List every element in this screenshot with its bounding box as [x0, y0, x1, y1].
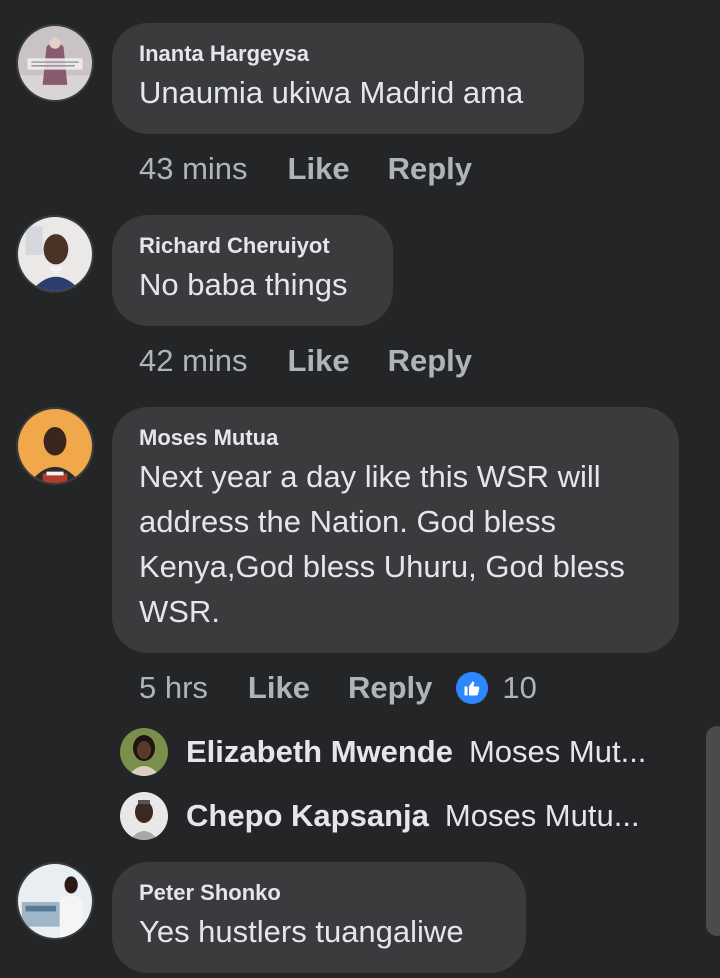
avatar-image [120, 792, 168, 840]
scrollbar[interactable] [706, 726, 720, 936]
comment-text-line: Kenya,God bless Uhuru, God bless [139, 549, 625, 584]
reply-author: Chepo Kapsanja [186, 798, 429, 833]
avatar-image [18, 217, 92, 291]
reply-snippet: Moses Mut... [468, 734, 647, 769]
comment-bubble: Richard Cheruiyot No baba things [112, 215, 393, 326]
reply-snippet: Moses Mutu... [444, 798, 640, 833]
comment-actions: 43 mins Like Reply [139, 149, 510, 189]
comment-author[interactable]: Moses Mutua [139, 425, 651, 451]
like-button[interactable]: Like [288, 151, 350, 187]
like-button[interactable]: Like [248, 670, 310, 706]
comment-text-line: address the Nation. God bless [139, 504, 557, 539]
comment-text-line: WSR. [139, 594, 220, 629]
comment-timestamp[interactable]: 43 mins [139, 151, 248, 187]
comments-page: Inanta Hargeysa Unaumia ukiwa Madrid ama… [0, 0, 720, 978]
avatar[interactable] [16, 407, 94, 485]
avatar-image [18, 409, 92, 483]
thumbs-up-icon [456, 672, 489, 704]
reaction-count: 10 [502, 670, 537, 705]
comment-text: No baba things [139, 267, 348, 302]
reply-preview-item[interactable]: Chepo Kapsanja Moses Mutu... [120, 791, 640, 841]
avatar-image [18, 864, 92, 938]
avatar-image [18, 26, 92, 100]
avatar[interactable] [16, 862, 94, 940]
reaction-summary[interactable]: 10 [456, 670, 537, 706]
comment-author[interactable]: Peter Shonko [139, 880, 498, 906]
comment-text: Yes hustlers tuangaliwe [139, 914, 464, 949]
comment-bubble: Moses Mutua Next year a day like this WS… [112, 407, 679, 653]
avatar-image [120, 728, 168, 776]
comment-author[interactable]: Richard Cheruiyot [139, 233, 365, 259]
reply-button[interactable]: Reply [388, 343, 472, 379]
comment-text-line: Next year a day like this WSR will [139, 459, 601, 494]
comment-text: Unaumia ukiwa Madrid ama [139, 75, 524, 110]
avatar[interactable] [16, 215, 94, 293]
comment-timestamp[interactable]: 5 hrs [139, 670, 208, 706]
comment-bubble: Inanta Hargeysa Unaumia ukiwa Madrid ama [112, 23, 584, 134]
avatar[interactable] [16, 24, 94, 102]
like-button[interactable]: Like [288, 343, 350, 379]
comment-actions: 5 hrs Like Reply 10 [139, 668, 537, 708]
comment-actions: 42 mins Like Reply [139, 341, 510, 381]
reply-preview-item[interactable]: Elizabeth Mwende Moses Mut... [120, 727, 646, 777]
comment-bubble: Peter Shonko Yes hustlers tuangaliwe [112, 862, 526, 973]
reply-button[interactable]: Reply [348, 670, 432, 706]
comment-timestamp[interactable]: 42 mins [139, 343, 248, 379]
reply-author: Elizabeth Mwende [186, 734, 453, 769]
reply-button[interactable]: Reply [388, 151, 472, 187]
comment-author[interactable]: Inanta Hargeysa [139, 41, 556, 67]
avatar [120, 728, 168, 776]
avatar [120, 792, 168, 840]
